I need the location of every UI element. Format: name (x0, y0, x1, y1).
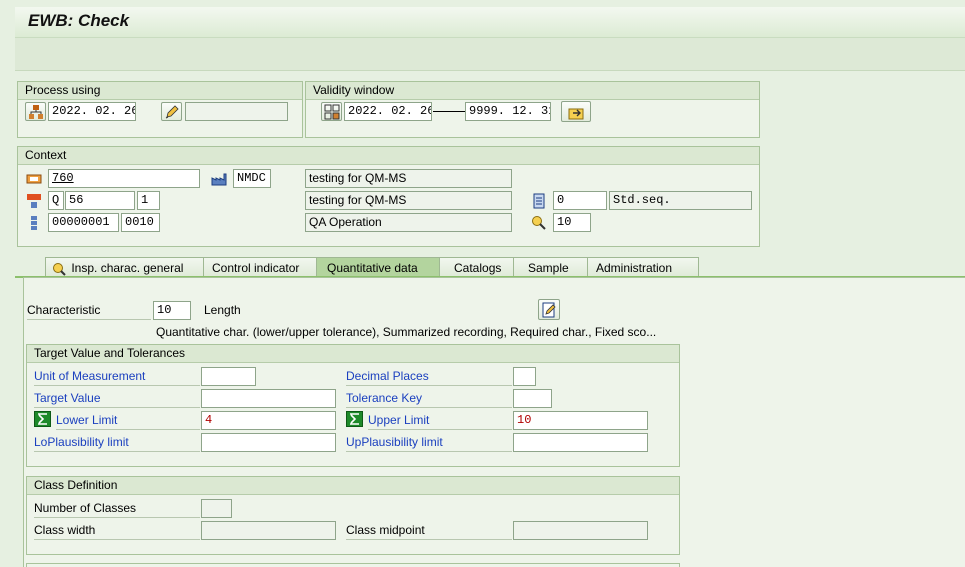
lower-limit-sum-icon[interactable] (34, 411, 51, 427)
operation-step-field[interactable]: 0010 (121, 213, 160, 232)
tab-insp-charac-general[interactable]: Insp. charac. general (45, 257, 217, 278)
characteristic-search-icon (530, 214, 548, 231)
material-field[interactable]: 760 (48, 169, 200, 188)
upper-limit-field[interactable]: 10 (513, 411, 648, 430)
characteristic-field[interactable]: 10 (153, 301, 191, 320)
process-date-field[interactable]: 2022. 02. 26 (48, 102, 136, 121)
calendar-grid-icon (324, 104, 339, 119)
sequence-icon (530, 192, 548, 209)
context-description-1: testing for QM-MS (305, 169, 512, 188)
number-of-classes-label: Number of Classes (34, 500, 200, 518)
class-midpoint-field[interactable] (513, 521, 648, 540)
lower-limit-label: Lower Limit (56, 412, 200, 430)
next-group-edge (26, 563, 680, 567)
task-type-field[interactable]: Q (48, 191, 64, 210)
characteristic-number-field[interactable]: 10 (553, 213, 591, 232)
process-using-heading: Process using (18, 82, 302, 100)
tolerance-key-field[interactable] (513, 389, 552, 408)
plant-icon (210, 170, 228, 187)
class-width-label: Class width (34, 522, 200, 540)
title-bar: EWB: Check (15, 7, 965, 38)
group-counter-field[interactable]: 1 (137, 191, 160, 210)
characteristic-label: Characteristic (27, 302, 151, 320)
lo-plausibility-field[interactable] (201, 433, 336, 452)
task-group-field[interactable]: 56 (65, 191, 135, 210)
decimal-places-field[interactable] (513, 367, 536, 386)
unit-of-measurement-field[interactable] (201, 367, 256, 386)
tab-quantitative-data[interactable]: Quantitative data (316, 257, 455, 278)
context-heading: Context (18, 147, 759, 165)
context-description-2: testing for QM-MS (305, 191, 512, 210)
decimal-places-label: Decimal Places (346, 368, 512, 386)
operation-number-field[interactable]: 00000001 (48, 213, 119, 232)
operation-icon (25, 214, 43, 231)
lo-plausibility-label: LoPlausibility limit (34, 434, 200, 452)
target-value-label: Target Value (34, 390, 200, 408)
class-midpoint-label: Class midpoint (346, 522, 512, 540)
tab-administration[interactable]: Administration (587, 257, 699, 278)
edit-document-icon (542, 302, 556, 317)
task-list-icon (25, 192, 43, 209)
up-plausibility-field[interactable] (513, 433, 648, 452)
tab-strip: Insp. charac. general Control indicator … (15, 257, 965, 278)
application-toolbar (15, 38, 965, 71)
class-definition-heading: Class Definition (27, 477, 679, 495)
hierarchy-icon (28, 104, 43, 119)
window-title: EWB: Check (28, 11, 130, 30)
export-arrow-icon (568, 108, 584, 119)
tab-label: Administration (596, 261, 673, 275)
pencil-icon (165, 104, 179, 118)
plant-field[interactable]: NMDC (233, 169, 271, 188)
tab-label: Catalogs (454, 261, 502, 275)
process-date-button[interactable] (25, 102, 46, 121)
tab-label: Control indicator (212, 261, 300, 275)
tab-label: Quantitative data (327, 261, 418, 275)
characteristic-description: Quantitative char. (lower/upper toleranc… (156, 325, 657, 339)
up-plausibility-label: UpPlausibility limit (346, 434, 512, 452)
class-width-field[interactable] (201, 521, 336, 540)
validity-apply-button[interactable] (561, 101, 591, 122)
target-value-field[interactable] (201, 389, 336, 408)
upper-limit-sum-icon[interactable] (346, 411, 363, 427)
characteristic-name: Length (204, 303, 241, 317)
date-range-connector (433, 111, 465, 112)
unit-of-measurement-label: Unit of Measurement (34, 368, 200, 386)
upper-limit-label: Upper Limit (368, 412, 512, 430)
inspection-icon (52, 262, 68, 276)
process-edit-button[interactable] (161, 102, 182, 121)
number-of-classes-field[interactable] (201, 499, 232, 518)
tab-label: Sample (528, 261, 569, 275)
validity-from-field[interactable]: 2022. 02. 26 (344, 102, 432, 121)
process-text-field[interactable] (185, 102, 288, 121)
context-description-3: QA Operation (305, 213, 512, 232)
characteristic-edit-button[interactable] (538, 299, 560, 320)
lower-limit-field[interactable]: 4 (201, 411, 336, 430)
material-icon (25, 170, 43, 187)
validity-window-heading: Validity window (306, 82, 759, 100)
sequence-text: Std.seq. (609, 191, 752, 210)
tolerance-key-label: Tolerance Key (346, 390, 512, 408)
sequence-field[interactable]: 0 (553, 191, 607, 210)
tab-label: Insp. charac. general (71, 261, 184, 275)
target-tolerances-heading: Target Value and Tolerances (27, 345, 679, 363)
validity-to-field[interactable]: 9999. 12. 31 (465, 102, 551, 121)
validity-date-button[interactable] (321, 102, 342, 121)
tab-control-indicator[interactable]: Control indicator (203, 257, 331, 278)
